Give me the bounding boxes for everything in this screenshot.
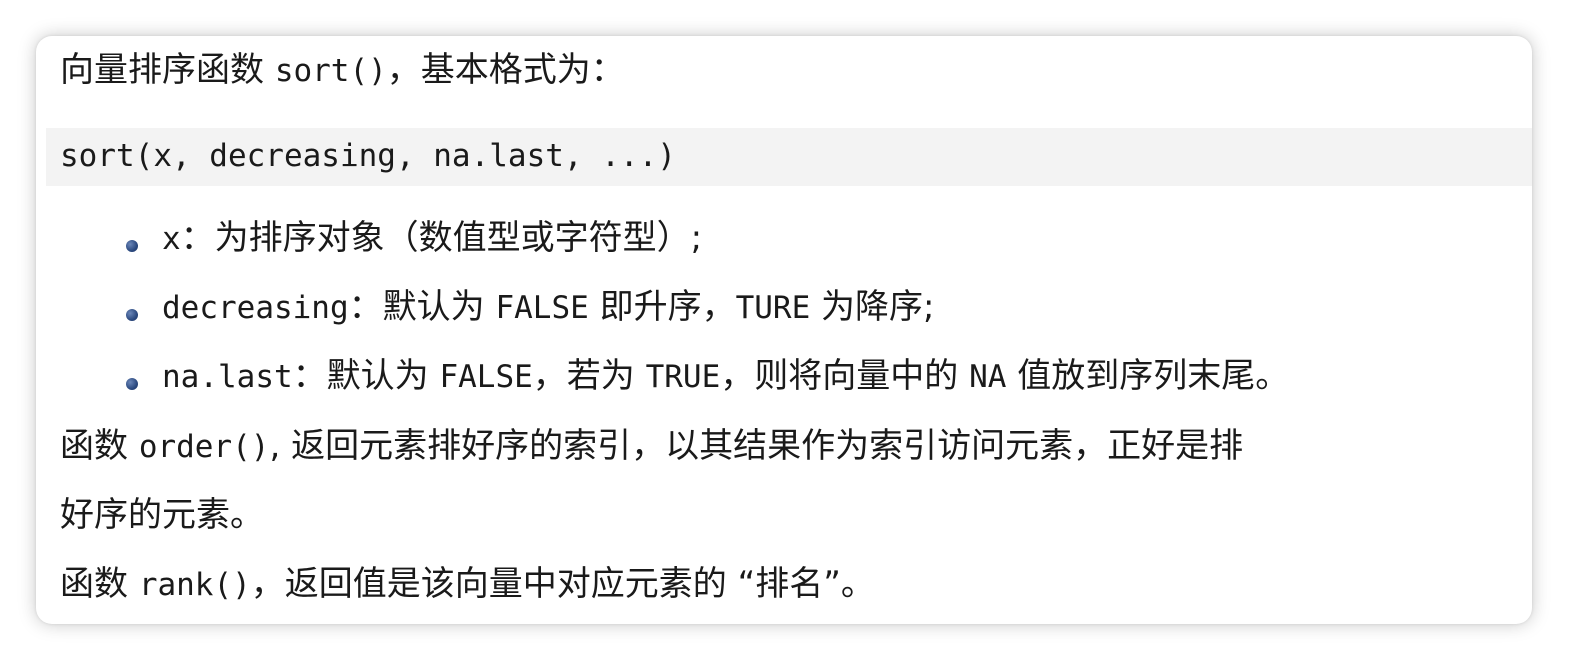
bullet-term: na.last (162, 359, 293, 395)
intro-text-before: 向量排序函数 (60, 50, 275, 90)
bullet-dot-icon (126, 309, 138, 321)
bullet-item-decreasing: decreasing：默认为 FALSE 即升序，TURE 为降序; (162, 287, 935, 328)
order-text-line2: 好序的元素。 (60, 495, 264, 535)
bullet-dot-icon (126, 378, 138, 390)
rank-text-after: ，返回值是该向量中对应元素的 “排名”。 (250, 564, 875, 604)
code-text: sort(x, decreasing, na.last, ...) (60, 138, 676, 174)
bullet-term: x (162, 221, 181, 257)
code-block: sort(x, decreasing, na.last, ...) (46, 128, 1532, 186)
order-line-2: 好序的元素。 (60, 495, 264, 535)
bullet-code: NA (969, 359, 1007, 395)
bullet-desc: ：默认为 (348, 287, 496, 327)
bullet-desc: ：为排序对象（数值型或字符型）; (180, 218, 703, 258)
bullet-desc: 即升序， (588, 287, 736, 327)
bullet-term: decreasing (162, 290, 349, 326)
intro-text-after: ，基本格式为： (386, 50, 625, 90)
intro-func: sort() (274, 53, 387, 89)
order-text-line1: , 返回元素排好序的索引，以其结果作为索引访问元素，正好是排 (269, 426, 1244, 466)
order-line-1: 函数 order(), 返回元素排好序的索引，以其结果作为索引访问元素，正好是排 (60, 426, 1243, 467)
bullet-code: FALSE (439, 359, 533, 395)
document-card: 向量排序函数 sort()，基本格式为： sort(x, decreasing,… (36, 36, 1532, 624)
bullet-desc: ，则将向量中的 (720, 356, 970, 396)
bullet-desc: ：默认为 (292, 356, 440, 396)
order-func: order() (138, 429, 270, 465)
bullet-desc: 值放到序列末尾。 (1006, 356, 1290, 396)
intro-line: 向量排序函数 sort()，基本格式为： (60, 50, 625, 91)
bullet-desc: 为降序; (810, 287, 935, 327)
rank-line: 函数 rank()，返回值是该向量中对应元素的 “排名”。 (60, 564, 875, 605)
bullet-code: FALSE (495, 290, 589, 326)
rank-text-before: 函数 (60, 564, 139, 604)
bullet-code: TURE (735, 290, 811, 326)
order-text-before: 函数 (60, 426, 139, 466)
bullet-code: TRUE (645, 359, 721, 395)
bullet-item-x: x：为排序对象（数值型或字符型）; (162, 218, 702, 259)
bullet-item-na-last: na.last：默认为 FALSE，若为 TRUE，则将向量中的 NA 值放到序… (162, 356, 1289, 397)
bullet-dot-icon (126, 240, 138, 252)
bullet-desc: ，若为 (532, 356, 646, 396)
rank-func: rank() (138, 567, 251, 603)
